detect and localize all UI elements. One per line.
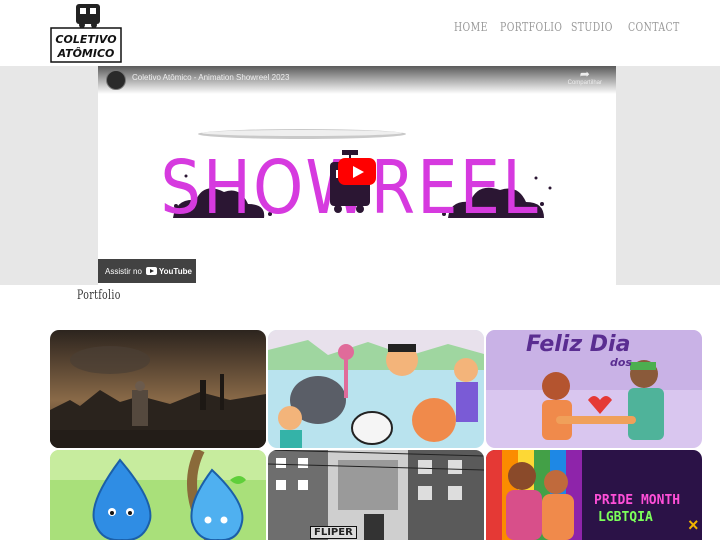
pride-month-subtitle: LGBTQIA — [598, 510, 653, 525]
portfolio-tile-pride-month[interactable]: PRIDE MONTH LGBTQIA — [486, 450, 702, 540]
feliz-dia-subtitle: dos — [610, 356, 632, 369]
watch-on-youtube-button[interactable]: Assistir no YouTube — [98, 259, 196, 283]
watch-on-label: Assistir no — [105, 266, 142, 276]
video-title[interactable]: Coletivo Atômico - Animation Showreel 20… — [132, 73, 289, 82]
portfolio-tile-city-street[interactable]: FLIPER — [268, 450, 484, 540]
nav-contact-link[interactable]: CONTACT — [628, 20, 680, 34]
nav-home-link[interactable]: HOME — [454, 20, 488, 34]
youtube-logo: YouTube — [145, 266, 192, 276]
play-icon — [353, 166, 364, 178]
portfolio-tile-dark-city[interactable] — [50, 330, 266, 448]
player-topbar: Coletivo Atômico - Animation Showreel 20… — [98, 66, 616, 94]
channel-avatar[interactable] — [106, 70, 126, 90]
portfolio-tile-water-drops[interactable] — [50, 450, 266, 540]
youtube-wordmark: YouTube — [158, 266, 192, 276]
play-button[interactable] — [338, 158, 376, 185]
youtube-player[interactable]: SHOWREEL Coletivo Atômico - Animation Sh… — [98, 66, 616, 285]
portfolio-tile-cartoon-characters[interactable] — [268, 330, 484, 448]
youtube-icon — [145, 267, 157, 275]
svg-text:ATÔMICO: ATÔMICO — [57, 46, 115, 60]
feliz-dia-title: Feliz Dia — [526, 332, 631, 357]
nav-studio-link[interactable]: STUDIO — [571, 20, 613, 34]
share-button[interactable]: ➦ Compartilhar — [568, 68, 602, 86]
site-logo[interactable]: COLETIVO ATÔMICO — [50, 2, 122, 64]
fliper-sign: FLIPER — [310, 526, 357, 539]
portfolio-heading: Portfolio — [77, 288, 121, 303]
share-icon: ➦ — [579, 67, 590, 81]
svg-text:COLETIVO: COLETIVO — [55, 33, 116, 46]
nav-portfolio-link[interactable]: PORTFOLIO — [500, 20, 562, 34]
site-header: COLETIVO ATÔMICO HOME PORTFOLIO STUDIO C… — [0, 0, 720, 66]
close-icon[interactable]: × — [688, 516, 699, 534]
portfolio-tile-feliz-dia[interactable]: Feliz Dia dos — [486, 330, 702, 448]
pride-month-title: PRIDE MONTH — [594, 493, 681, 508]
share-label: Compartilhar — [567, 80, 602, 86]
